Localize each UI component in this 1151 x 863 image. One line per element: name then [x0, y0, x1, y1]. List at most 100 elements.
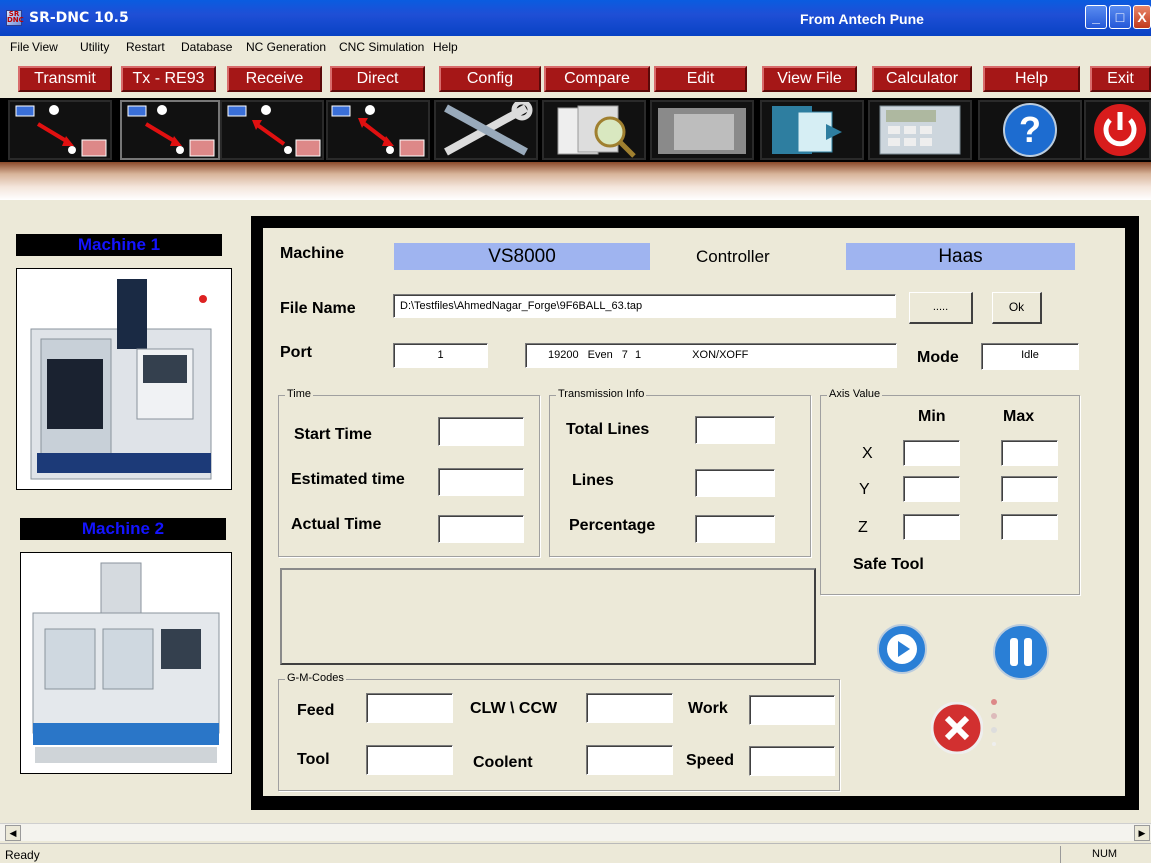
tx-re93-button[interactable]: Tx - RE93: [121, 66, 216, 92]
percentage-field[interactable]: [695, 515, 775, 543]
time-group-title: Time: [285, 388, 314, 400]
maximize-button[interactable]: □: [1109, 5, 1131, 29]
exit-power-icon[interactable]: [1084, 100, 1151, 160]
compare-icon[interactable]: [542, 100, 646, 160]
total-lines-label: Total Lines: [566, 421, 650, 438]
start-time-field[interactable]: [438, 417, 524, 446]
work-field[interactable]: [749, 695, 835, 725]
calculator-button[interactable]: Calculator: [872, 66, 972, 92]
coolent-label: Coolent: [473, 754, 533, 771]
axis-x-max-field[interactable]: [1001, 440, 1058, 466]
gm-group-title: G-M-Codes: [285, 672, 346, 684]
main-panel-inner: Machine VS8000 Controller Haas File Name…: [263, 228, 1125, 796]
gm-codes-group: G-M-Codes Feed CLW \ CCW Work Tool Coole…: [278, 672, 840, 791]
help-icon[interactable]: ?: [978, 100, 1082, 160]
transmission-info-group: Transmission Info Total Lines Lines Perc…: [549, 388, 811, 557]
app-window: SR DNC SR-DNC 10.5 From Antech Pune _ □ X…: [0, 0, 1151, 863]
file-name-input[interactable]: D:\Testfiles\AhmedNagar_Forge\9F6BALL_63…: [393, 294, 896, 318]
app-title: SR-DNC 10.5: [29, 10, 129, 26]
config-tools-icon[interactable]: [434, 100, 538, 160]
main-panel: Machine VS8000 Controller Haas File Name…: [251, 216, 1139, 810]
menu-help[interactable]: Help: [433, 40, 458, 54]
comm-parity: Even: [587, 349, 613, 361]
app-logo-icon: SR DNC: [6, 10, 24, 26]
tx-re93-icon[interactable]: [120, 100, 220, 160]
coolent-field[interactable]: [586, 745, 673, 775]
help-button[interactable]: Help: [983, 66, 1080, 92]
axis-x-label: X: [862, 445, 873, 462]
menu-nc-generation[interactable]: NC Generation: [246, 40, 326, 54]
transmit-button[interactable]: Transmit: [18, 66, 112, 92]
axis-max-header: Max: [1003, 408, 1035, 425]
svg-text:?: ?: [1019, 109, 1041, 150]
stop-button[interactable]: [930, 701, 984, 755]
machine-value: VS8000: [394, 243, 650, 270]
file-name-label: File Name: [280, 300, 356, 317]
transmit-icon[interactable]: [8, 100, 112, 160]
icon-toolbar: ?: [0, 98, 1151, 162]
menu-database[interactable]: Database: [181, 40, 232, 54]
edit-icon[interactable]: [650, 100, 754, 160]
speed-label: Speed: [686, 752, 735, 769]
menu-cnc-simulation[interactable]: CNC Simulation: [339, 40, 424, 54]
axis-x-min-field[interactable]: [903, 440, 960, 466]
estimated-time-label: Estimated time: [291, 471, 405, 488]
menu-utility[interactable]: Utility: [80, 40, 109, 54]
comm-baud: 19200: [548, 349, 579, 361]
toolbar-divider: [0, 162, 1151, 200]
compare-button[interactable]: Compare: [544, 66, 650, 92]
port-label: Port: [280, 344, 312, 361]
tool-label: Tool: [297, 751, 330, 768]
menu-restart[interactable]: Restart: [126, 40, 165, 54]
scroll-left-arrow-icon[interactable]: ◀: [5, 825, 21, 841]
axis-z-min-field[interactable]: [903, 514, 960, 540]
maximize-icon: □: [1115, 9, 1125, 25]
close-icon: X: [1137, 9, 1147, 25]
axis-y-max-field[interactable]: [1001, 476, 1058, 502]
menu-bar: File View Utility Restart Database NC Ge…: [0, 36, 1151, 58]
estimated-time-field[interactable]: [438, 468, 524, 496]
clw-ccw-field[interactable]: [586, 693, 673, 723]
machine-1-image[interactable]: [16, 268, 232, 490]
config-button[interactable]: Config: [439, 66, 541, 92]
mode-label: Mode: [917, 349, 959, 366]
axis-z-max-field[interactable]: [1001, 514, 1058, 540]
comm-settings-field[interactable]: 19200 Even 7 1 XON/XOFF: [525, 343, 897, 368]
axis-y-label: Y: [859, 481, 870, 498]
speed-field[interactable]: [749, 746, 835, 776]
calculator-icon[interactable]: [868, 100, 972, 160]
horizontal-scrollbar[interactable]: ◀ ▶: [0, 823, 1151, 841]
time-group: Time Start Time Estimated time Actual Ti…: [278, 388, 540, 557]
message-log-box[interactable]: [280, 568, 816, 665]
view-file-icon[interactable]: [760, 100, 864, 160]
total-lines-field[interactable]: [695, 416, 775, 444]
exit-button[interactable]: Exit: [1090, 66, 1151, 92]
lines-field[interactable]: [695, 469, 775, 497]
receive-button[interactable]: Receive: [227, 66, 322, 92]
scroll-right-arrow-icon[interactable]: ▶: [1134, 825, 1150, 841]
pause-icon: [993, 624, 1049, 680]
browse-button[interactable]: .....: [909, 292, 973, 324]
actual-time-field[interactable]: [438, 515, 524, 543]
edit-button[interactable]: Edit: [654, 66, 747, 92]
view-file-button[interactable]: View File: [762, 66, 857, 92]
pause-button[interactable]: [993, 624, 1049, 680]
minimize-icon: _: [1092, 9, 1100, 25]
machine-2-image[interactable]: [20, 552, 232, 774]
tool-field[interactable]: [366, 745, 453, 775]
status-bar: Ready NUM: [0, 843, 1151, 863]
axis-z-label: Z: [858, 519, 868, 536]
menu-view[interactable]: View: [32, 40, 58, 54]
axis-y-min-field[interactable]: [903, 476, 960, 502]
menu-file[interactable]: File: [10, 40, 29, 54]
minimize-button[interactable]: _: [1085, 5, 1107, 29]
receive-icon[interactable]: [220, 100, 324, 160]
port-field[interactable]: 1: [393, 343, 488, 368]
direct-icon[interactable]: [326, 100, 430, 160]
play-button[interactable]: [877, 624, 927, 674]
lines-label: Lines: [572, 472, 614, 489]
direct-button[interactable]: Direct: [330, 66, 425, 92]
close-button[interactable]: X: [1133, 5, 1151, 29]
feed-field[interactable]: [366, 693, 453, 723]
ok-button[interactable]: Ok: [992, 292, 1042, 324]
